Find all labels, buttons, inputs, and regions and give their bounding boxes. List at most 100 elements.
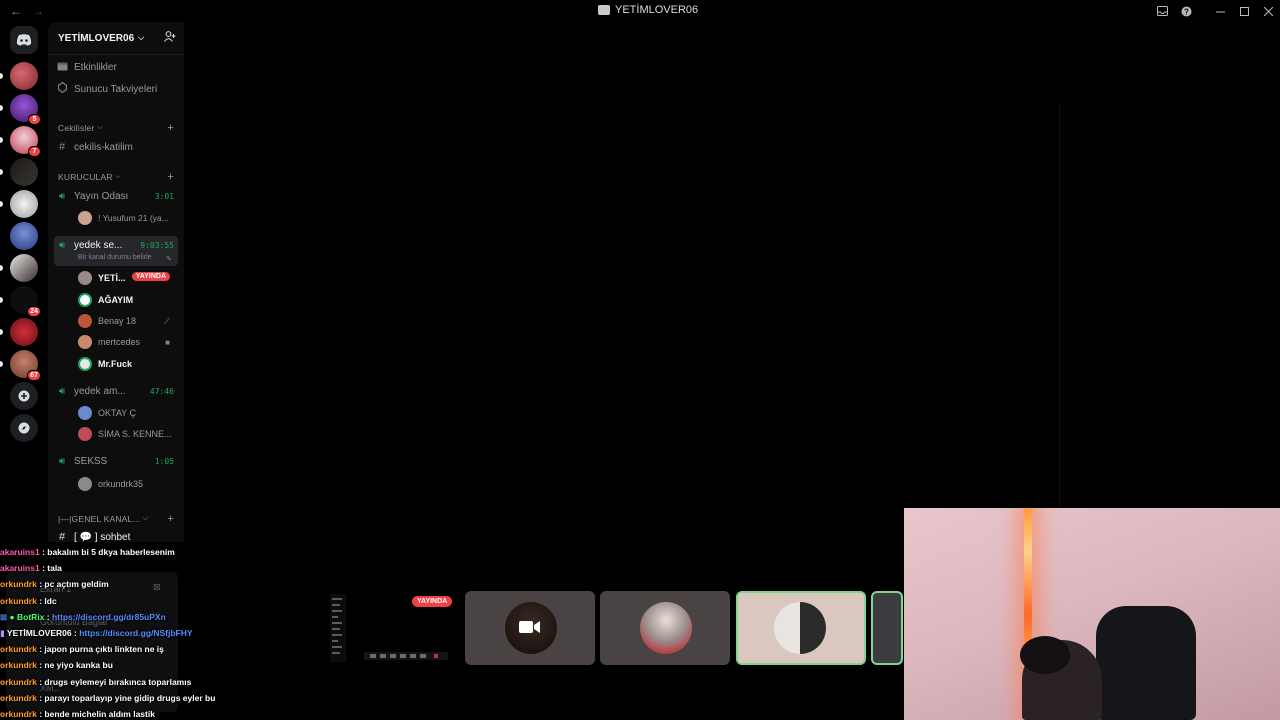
voice-member[interactable]: Benay 18 ⟋ [78,311,176,331]
server-icon[interactable]: 7 [0,126,41,157]
voice-member[interactable]: orkundrk35 [78,474,176,494]
server-icon[interactable] [0,190,38,218]
category-cekilisler[interactable]: Cekilisler ⌵ + [58,121,174,135]
voice-member[interactable]: SİMA S. KENNE... [78,424,176,444]
category-kurucular[interactable]: KURUCULAR ⌵ + [58,170,174,184]
server-icon[interactable] [10,222,38,250]
chat-message: akaruins1 : bakalım bi 5 dkya haberlesen… [0,547,175,557]
voice-timer: 3:01 [154,191,174,201]
voice-timer: 47:46 [149,386,174,396]
voice-timer: 9:03:55 [140,241,174,250]
svg-text:?: ? [1184,7,1189,16]
chevron-down-icon: ⌵ [138,33,145,42]
chevron-down-icon: ⌵ [142,515,149,522]
server-icon[interactable] [0,318,38,346]
server-icon[interactable] [0,254,38,282]
avatar [78,271,92,285]
server-rail: 5 7 24 67 [0,22,48,542]
channel-cekilis-katilim[interactable]: # cekilis-katilim [54,137,178,157]
boost-icon [54,81,70,96]
minimize-icon[interactable] [1208,2,1232,20]
participant-tile[interactable] [465,591,595,665]
voice-channel-yedek-se[interactable]: 🔊︎ yedek se... 9:03:55 Bir kanal durumu … [54,236,178,266]
speaker-icon: 🔊︎ [58,190,66,202]
participant-tile-selected[interactable] [736,591,866,665]
discover-button[interactable] [10,414,38,442]
channel-sidebar: YETİMLOVER06 ⌵ Etkinlikler Sunucu Takviy… [48,22,184,543]
chat-message: orkundrk : pc açtım geldim [0,579,109,590]
pencil-icon[interactable]: ✎ [166,255,172,263]
avatar [78,211,92,225]
invite-icon[interactable] [164,31,176,45]
server-icon[interactable]: 67 [0,350,41,381]
live-badge: YAYINDA [131,272,170,281]
voice-member[interactable]: YETİ... YAYINDA [78,268,176,288]
webcam-overlay [904,508,1280,720]
voice-member[interactable]: OKTAY Ç [78,403,176,423]
add-channel-icon[interactable]: + [167,513,174,525]
chevron-down-icon: ⌵ [97,124,103,131]
mention-badge: 67 [27,370,41,381]
server-icon[interactable]: 5 [0,94,41,125]
avatar [78,314,92,328]
server-icon[interactable]: 24 [0,286,41,317]
window-title-text: YETİMLOVER06 [615,4,699,16]
add-channel-icon[interactable]: + [167,171,174,183]
inbox-icon[interactable] [1150,2,1174,20]
server-icon[interactable] [0,158,38,186]
chat-message: orkundrk : ne yiyo kanka bu [0,660,113,671]
speaker-icon: 🔊︎ [58,240,66,251]
voice-timer: 1:05 [154,456,174,466]
voice-member[interactable]: mertcedes ■ [78,332,176,352]
camera-icon [519,621,540,633]
calendar-icon [54,61,70,74]
category-genel-kanal[interactable]: |—|GENEL KANAL... ⌵ + [58,512,174,526]
chat-message: orkundrk : drugs eylemeyi bırakınca topa… [0,676,192,687]
maximize-icon[interactable] [1232,2,1256,20]
add-server-button[interactable] [10,382,38,410]
mention-badge: 5 [28,114,41,125]
stream-chat-overlay: akaruins1 : bakalım bi 5 dkya haberlesen… [0,544,230,720]
camera-icon: ■ [165,337,170,347]
server-boosts-item[interactable]: Sunucu Takviyeleri [54,79,178,99]
window-title: YETİMLOVER06 [598,4,698,16]
channel-status[interactable]: Bir kanal durumu belirle [78,254,152,261]
voice-channel-yayin-odasi[interactable]: 🔊︎ Yayın Odası 3:01 [54,186,178,206]
mention-badge: 24 [27,306,41,317]
voice-member[interactable]: ! Yusufum 21 (ya... [78,208,176,228]
badge-icon: ⊠ [0,611,8,622]
events-item[interactable]: Etkinlikler [54,57,178,77]
discord-logo-icon [16,34,32,46]
chat-message: orkundrk : ldc [0,595,57,606]
mention-badge: 7 [28,146,41,157]
badge-icon: ● [9,611,15,622]
chat-message: orkundrk : parayı toparlayıp yine gidip … [0,692,216,703]
window-controls: ? [1150,2,1280,20]
avatar [640,602,692,654]
server-header[interactable]: YETİMLOVER06 ⌵ [48,22,184,54]
voice-channel-sekss[interactable]: 🔊︎ SEKSS 1:05 [54,451,178,471]
add-channel-icon[interactable]: + [167,122,174,134]
participant-tile[interactable] [871,591,903,665]
server-name: YETİMLOVER06 [58,32,135,44]
avatar [774,602,826,654]
compass-icon [18,422,30,434]
back-icon[interactable]: ← [10,4,22,18]
muted-icon: ⟋ [163,315,170,326]
voice-member[interactable]: AĞAYIM [78,290,176,310]
close-icon[interactable] [1256,2,1280,20]
help-icon[interactable]: ? [1174,2,1198,20]
avatar [78,357,92,371]
chevron-down-icon: ⌵ [115,173,121,180]
participant-tile[interactable] [600,591,730,665]
server-icon[interactable] [0,62,38,90]
discord-home-button[interactable] [10,26,38,54]
forward-icon[interactable]: → [32,4,44,18]
voice-member[interactable]: Mr.Fuck [78,354,176,374]
history-nav: ← → [10,4,44,18]
hash-icon: # [58,531,66,543]
live-badge: YAYINDA [412,596,453,607]
plus-icon [18,390,30,402]
voice-channel-yedek-am[interactable]: 🔊︎ yedek am... 47:46 [54,381,178,401]
badge-icon: ▮ [0,628,5,639]
